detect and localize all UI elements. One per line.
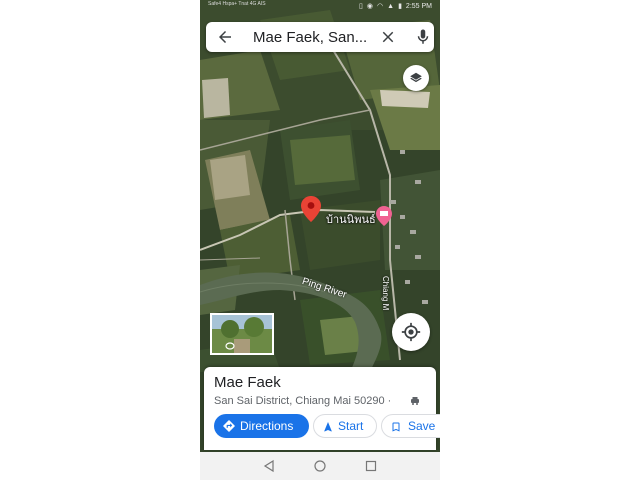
carrier-text: Safe4 Hspa+ Tnat 4G AIS (208, 1, 266, 7)
search-query[interactable]: Mae Faek, San... (253, 29, 367, 46)
home-circle-icon[interactable] (313, 459, 327, 473)
android-nav-bar (200, 452, 440, 480)
street-view-thumbnail[interactable] (210, 313, 274, 355)
search-bar[interactable]: Mae Faek, San... (206, 22, 434, 52)
location-pin-icon[interactable] (301, 196, 321, 222)
vibrate-icon: ▯ (359, 3, 363, 10)
map-place-label[interactable]: บ้านนิพนธ์ (326, 210, 376, 228)
save-button[interactable]: Save (381, 414, 440, 438)
hotel-poi-icon[interactable] (376, 206, 392, 226)
layers-button[interactable] (403, 65, 429, 91)
place-info-sheet[interactable]: Mae Faek San Sai District, Chiang Mai 50… (204, 367, 440, 450)
mic-icon[interactable] (414, 28, 432, 46)
directions-button[interactable]: Directions (214, 414, 309, 438)
back-triangle-icon[interactable] (262, 459, 276, 473)
navigation-arrow-icon (324, 422, 332, 432)
phone-screen: Safe4 Hspa+ Tnat 4G AIS ▯ ◉ ◠ ▲ ▮ 2:55 P… (200, 0, 440, 480)
my-location-button[interactable] (392, 313, 430, 351)
layers-icon (410, 72, 422, 83)
battery-icon: ▮ (398, 3, 402, 10)
location-icon: ◉ (366, 3, 374, 10)
recents-square-icon[interactable] (364, 459, 378, 473)
bookmark-icon (392, 422, 400, 432)
save-label: Save (408, 419, 436, 433)
status-icons: ▯ ◉ ◠ ▲ ▮ 2:55 PM (359, 2, 432, 11)
road-label: Chiang M (381, 276, 390, 311)
street-view-image (212, 315, 272, 353)
crosshair-icon (401, 322, 421, 342)
place-title: Mae Faek (214, 374, 281, 391)
start-label: Start (338, 419, 364, 433)
directions-icon (223, 420, 235, 432)
back-arrow-icon[interactable] (216, 28, 234, 46)
directions-label: Directions (240, 419, 294, 433)
status-bar: Safe4 Hspa+ Tnat 4G AIS ▯ ◉ ◠ ▲ ▮ 2:55 P… (200, 0, 440, 14)
start-button[interactable]: Start (313, 414, 377, 438)
wifi-icon: ◠ (377, 3, 384, 10)
car-icon (411, 397, 419, 405)
status-time: 2:55 PM (405, 2, 432, 10)
place-address: San Sai District, Chiang Mai 50290 · (214, 395, 392, 407)
close-icon[interactable] (379, 28, 397, 46)
signal-icon: ▲ (387, 2, 395, 10)
